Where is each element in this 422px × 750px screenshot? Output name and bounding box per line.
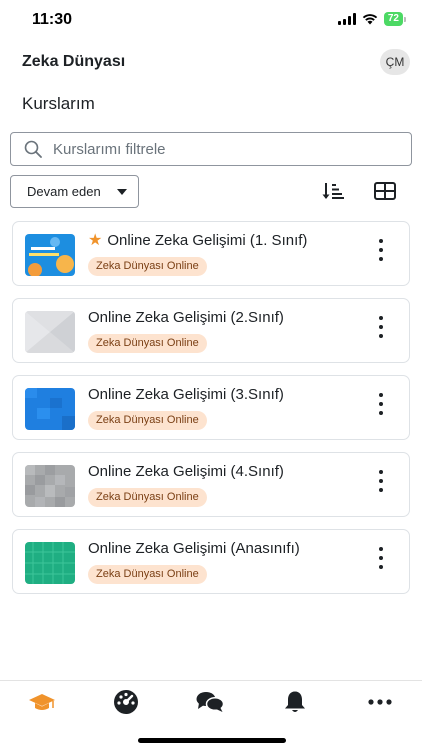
course-thumbnail [25,465,75,507]
course-actions-button[interactable] [377,393,385,415]
tab-dashboard[interactable] [111,688,141,716]
more-vertical-dot [379,479,383,483]
signal-icon [337,13,356,25]
more-vertical-dot [379,565,383,569]
messages-icon [196,692,224,712]
status-filter-select[interactable]: Devam eden [10,175,139,208]
wifi-icon [362,14,378,25]
graduation-cap-icon [29,694,55,710]
course-card[interactable]: Online Zeka Gelişimi (3.Sınıf) Zeka Düny… [12,375,410,440]
chevron-down-icon [117,189,127,195]
course-card[interactable]: Online Zeka Gelişimi (Anasınıfı) Zeka Dü… [12,529,410,594]
search-input[interactable] [53,140,383,158]
course-category-badge: Zeka Dünyası Online [88,334,207,353]
course-name: Online Zeka Gelişimi (1. Sınıf) [107,232,308,249]
more-vertical-icon [379,393,383,397]
course-actions-button[interactable] [377,239,385,261]
more-vertical-icon [379,470,383,474]
course-category-badge: Zeka Dünyası Online [88,411,207,430]
course-title[interactable]: Online Zeka Gelişimi (Anasınıfı) [88,540,300,557]
home-indicator [138,738,286,743]
search-box [10,132,412,166]
course-thumbnail [25,234,75,276]
more-vertical-dot [379,556,383,560]
course-category-badge: Zeka Dünyası Online [88,565,207,584]
sort-button[interactable] [322,182,344,200]
tab-notifications[interactable] [280,688,310,716]
more-vertical-dot [379,325,383,329]
course-title[interactable]: Online Zeka Gelişimi (3.Sınıf) [88,386,284,403]
more-icon [368,699,392,705]
course-actions-button[interactable] [377,316,385,338]
avatar[interactable]: ÇM [380,49,410,75]
course-card[interactable]: ★ Online Zeka Gelişimi (1. Sınıf) Zeka D… [12,221,410,286]
course-name: Online Zeka Gelişimi (3.Sınıf) [88,386,284,403]
page-title: Kurslarım [22,94,95,113]
course-thumbnail [25,388,75,430]
more-vertical-icon [379,239,383,243]
course-name: Online Zeka Gelişimi (2.Sınıf) [88,309,284,326]
more-vertical-dot [379,411,383,415]
battery-icon [404,16,406,22]
course-title[interactable]: Online Zeka Gelişimi (4.Sınıf) [88,463,284,480]
course-thumbnail [25,311,75,353]
app-header: Zeka Dünyası ÇM [0,42,422,82]
notifications-bell-icon [285,691,305,712]
tab-my-courses[interactable] [27,688,57,716]
course-name: Online Zeka Gelişimi (4.Sınıf) [88,463,284,480]
more-vertical-dot [379,334,383,338]
course-category-badge: Zeka Dünyası Online [88,488,207,507]
more-vertical-dot [379,248,383,252]
sort-descending-icon [322,183,344,199]
course-list: ★ Online Zeka Gelişimi (1. Sınıf) Zeka D… [12,221,410,606]
view-toggle-button[interactable] [374,182,396,200]
course-thumbnail [25,542,75,584]
grid-view-icon [374,182,396,200]
more-vertical-icon [379,547,383,551]
search-icon [23,139,43,159]
more-vertical-dot [379,257,383,261]
dashboard-gauge-icon [114,690,138,714]
more-vertical-icon [379,316,383,320]
status-icons: 72 [337,12,406,26]
course-card[interactable]: Online Zeka Gelişimi (2.Sınıf) Zeka Düny… [12,298,410,363]
course-actions-button[interactable] [377,470,385,492]
course-category-badge: Zeka Dünyası Online [88,257,207,276]
star-icon: ★ [88,231,103,249]
course-name: Online Zeka Gelişimi (Anasınıfı) [88,540,300,557]
status-time: 11:30 [32,11,73,28]
more-vertical-dot [379,402,383,406]
course-actions-button[interactable] [377,547,385,569]
course-card[interactable]: Online Zeka Gelişimi (4.Sınıf) Zeka Düny… [12,452,410,517]
app-title: Zeka Dünyası [22,53,126,70]
status-filter-label: Devam eden [27,184,101,199]
battery-level: 72 [383,12,403,26]
status-bar: 11:30 72 [0,0,422,42]
course-title[interactable]: Online Zeka Gelişimi (2.Sınıf) [88,309,284,326]
course-title[interactable]: ★ Online Zeka Gelişimi (1. Sınıf) [88,232,307,249]
more-vertical-dot [379,488,383,492]
tab-more[interactable] [365,688,395,716]
bottom-tab-bar [0,680,422,725]
tab-messages[interactable] [195,688,225,716]
